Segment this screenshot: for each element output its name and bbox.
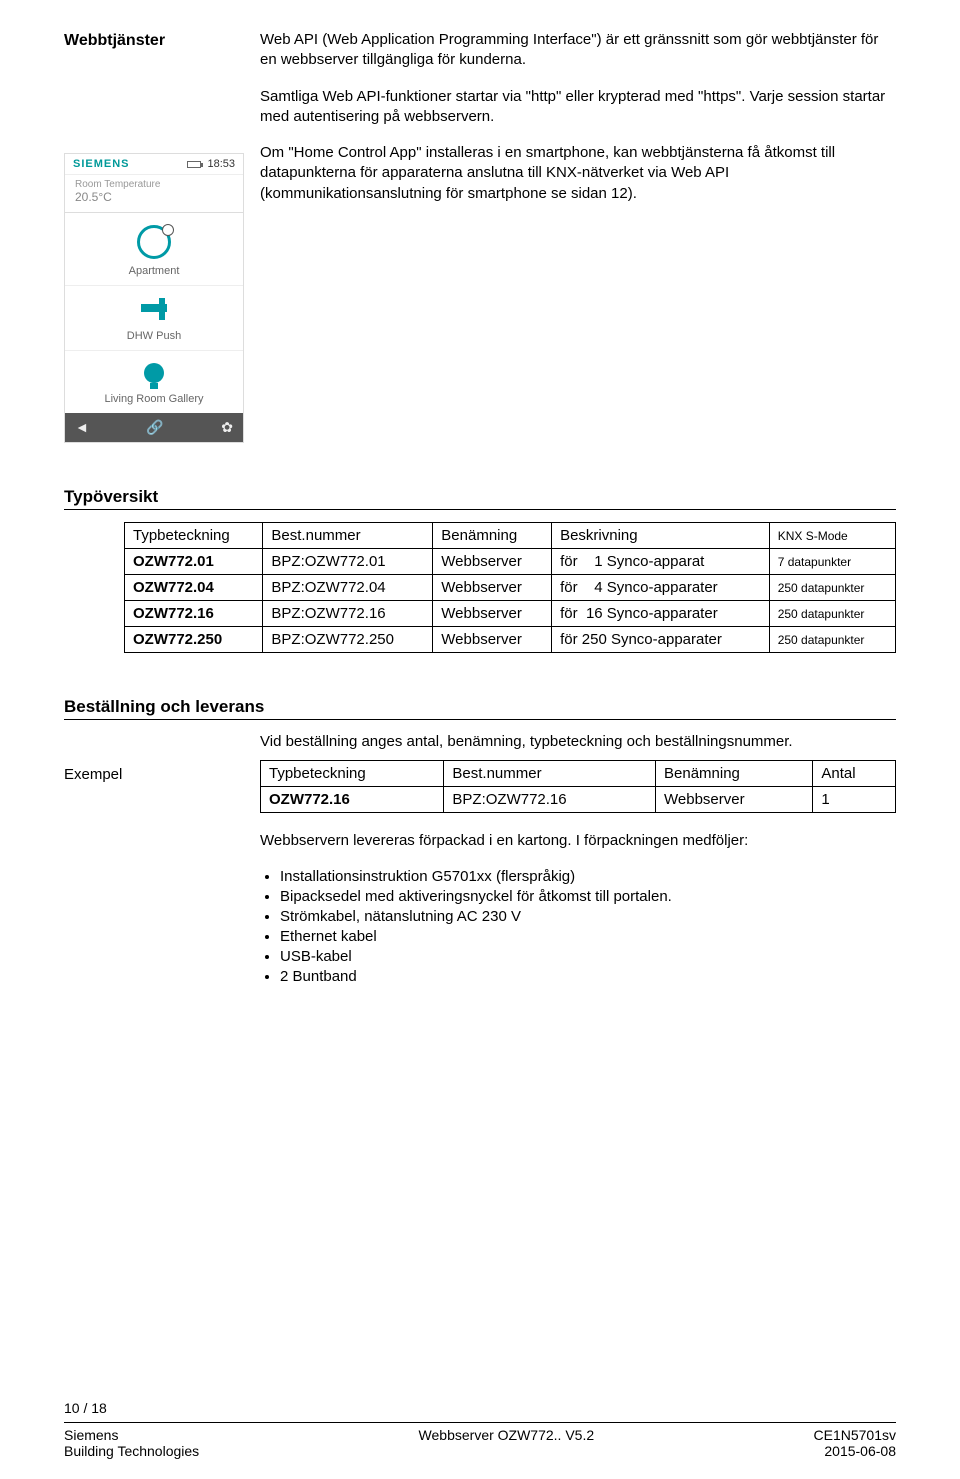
phone-time: 18:53	[207, 158, 235, 170]
list-item: Installationsinstruktion G5701xx (flersp…	[280, 868, 896, 885]
battery-icon	[187, 161, 201, 168]
page-footer: 10 / 18 Siemens Building Technologies We…	[64, 1400, 896, 1459]
order-example-table: Typbeteckning Best.nummer Benämning Anta…	[260, 760, 896, 813]
th-antal: Antal	[813, 761, 896, 787]
footer-page-number: 10 / 18	[64, 1400, 896, 1416]
heading-bestallning: Beställning och leverans	[64, 697, 896, 720]
th-knxmode: KNX S-Mode	[769, 523, 895, 549]
nav-link-icon: 🔗	[146, 419, 163, 436]
th-typbeteckning-2: Typbeteckning	[261, 761, 444, 787]
list-item: Strömkabel, nätanslutning AC 230 V	[280, 908, 896, 925]
table-row: OZW772.04 BPZ:OZW772.04 Webbserver för 4…	[125, 575, 896, 601]
nav-settings-icon: ✿	[221, 419, 233, 436]
intro-paragraph-2: Samtliga Web API-funktioner startar via …	[260, 87, 896, 128]
th-benamning: Benämning	[433, 523, 552, 549]
phone-item-livingroom: Living Room Gallery	[69, 393, 239, 405]
phone-item-apartment: Apartment	[69, 265, 239, 277]
th-bestnummer-2: Best.nummer	[444, 761, 656, 787]
heading-typoversikt: Typöversikt	[64, 487, 896, 510]
type-overview-table: Typbeteckning Best.nummer Benämning Besk…	[124, 522, 896, 653]
section-label-webbtjanster: Webbtjänster	[64, 30, 260, 143]
table-row: OZW772.250 BPZ:OZW772.250 Webbserver för…	[125, 627, 896, 653]
phone-item-dhw: DHW Push	[69, 330, 239, 342]
intro-paragraph-3: Om "Home Control App" installeras i en s…	[260, 143, 896, 204]
list-item: USB-kabel	[280, 948, 896, 965]
phone-screenshot: SIEMENS 18:53 Room Temperature 20.5°C Ap…	[64, 153, 244, 443]
apartment-icon	[137, 225, 171, 259]
table-row: OZW772.16 BPZ:OZW772.16 Webbserver för 1…	[125, 601, 896, 627]
tap-icon	[141, 298, 167, 324]
label-exempel: Exempel	[64, 760, 260, 987]
th-beskrivning: Beskrivning	[552, 523, 770, 549]
table-row: OZW772.16 BPZ:OZW772.16 Webbserver 1	[261, 787, 896, 813]
footer-doc-id: CE1N5701sv	[814, 1427, 897, 1443]
th-typbeteckning: Typbeteckning	[125, 523, 263, 549]
nav-back-icon: ◄	[75, 419, 89, 436]
footer-division: Building Technologies	[64, 1443, 199, 1459]
order-intro: Vid beställning anges antal, benämning, …	[260, 732, 896, 752]
delivery-paragraph: Webbservern levereras förpackad i en kar…	[260, 831, 896, 851]
list-item: 2 Buntband	[280, 968, 896, 985]
list-item: Ethernet kabel	[280, 928, 896, 945]
footer-doc-title: Webbserver OZW772.. V5.2	[419, 1427, 595, 1459]
footer-date: 2015-06-08	[814, 1443, 897, 1459]
th-benamning-2: Benämning	[656, 761, 813, 787]
phone-temp-label: Room Temperature	[75, 179, 233, 190]
table-row: OZW772.01 BPZ:OZW772.01 Webbserver för 1…	[125, 549, 896, 575]
bulb-icon	[144, 363, 164, 383]
phone-brand: SIEMENS	[73, 158, 130, 170]
intro-paragraph-1: Web API (Web Application Programming Int…	[260, 30, 896, 71]
footer-company: Siemens	[64, 1427, 199, 1443]
delivery-list: Installationsinstruktion G5701xx (flersp…	[260, 868, 896, 985]
th-bestnummer: Best.nummer	[263, 523, 433, 549]
list-item: Bipacksedel med aktiveringsnyckel för åt…	[280, 888, 896, 905]
phone-temp-value: 20.5°C	[75, 190, 112, 204]
